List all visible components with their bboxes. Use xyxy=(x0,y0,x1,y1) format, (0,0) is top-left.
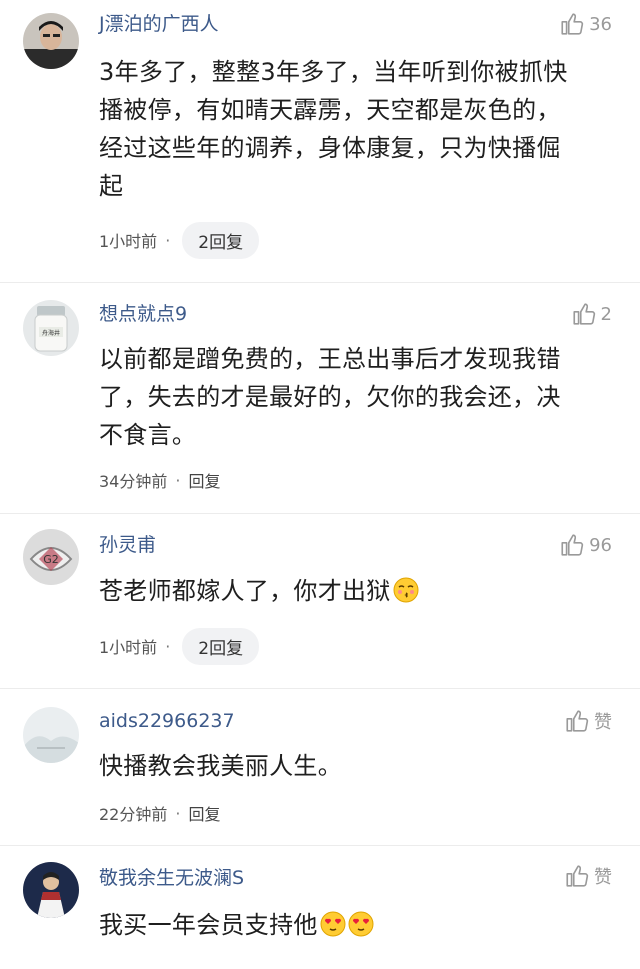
timestamp: 1小时前 xyxy=(99,232,158,251)
user-avatar-photo xyxy=(23,707,79,763)
reply-count-button[interactable]: 2回复 xyxy=(182,627,260,665)
divider xyxy=(0,688,640,689)
comment-line: 我买一年会员支持他 xyxy=(99,911,318,939)
comment-line: 了，失去的才是最好的，欠你的我会还，决 xyxy=(99,383,561,411)
timestamp: 1小时前 xyxy=(99,638,158,657)
like-button[interactable]: 36 xyxy=(559,10,612,38)
thumbs-up-icon xyxy=(566,710,589,732)
comment-line: 以前都是蹭免费的，王总出事后才发现我错 xyxy=(99,345,561,373)
thumbs-up-icon xyxy=(561,534,584,556)
comment-text: 苍老师都嫁人了，你才出狱 xyxy=(99,572,619,610)
comment-line: 快播教会我美丽人生。 xyxy=(99,752,342,780)
thumbs-up-icon xyxy=(572,303,595,325)
comment-line: 3年多了，整整3年多了，当年听到你被抓快 xyxy=(99,58,568,86)
user-avatar-photo xyxy=(23,862,79,918)
svg-text:G2: G2 xyxy=(43,553,59,566)
svg-text:舟海井: 舟海井 xyxy=(42,329,60,337)
comment-text: 3年多了，整整3年多了，当年听到你被抓快 播被停，有如晴天霹雳，天空都是灰色的，… xyxy=(99,53,619,205)
avatar[interactable] xyxy=(23,13,79,69)
thumbs-up-icon xyxy=(566,865,589,887)
user-avatar-photo xyxy=(23,13,79,69)
user-avatar-photo: 舟海井 xyxy=(23,300,79,356)
comment-text: 我买一年会员支持他 xyxy=(99,906,619,944)
comment-line: 不食言。 xyxy=(99,421,197,449)
like-count: 2 xyxy=(600,303,612,325)
comment-text: 快播教会我美丽人生。 xyxy=(99,747,619,785)
divider xyxy=(0,513,640,514)
like-button[interactable]: 96 xyxy=(559,531,612,559)
username[interactable]: 敬我余生无波澜S xyxy=(99,866,244,890)
avatar[interactable]: G2 xyxy=(23,529,79,585)
comment-meta: 22分钟前 · 回复 xyxy=(99,795,220,831)
heart-eyes-emoji xyxy=(320,911,346,937)
comment-text: 以前都是蹭免费的，王总出事后才发现我错 了，失去的才是最好的，欠你的我会还，决 … xyxy=(99,340,619,454)
thumbs-up-icon xyxy=(561,13,584,35)
comment-line: 经过这些年的调养，身体康复，只为快播倔 xyxy=(99,134,561,162)
username[interactable]: 孙灵甫 xyxy=(99,533,156,557)
comment-line: 苍老师都嫁人了，你才出狱 xyxy=(99,577,391,605)
user-avatar-photo: G2 xyxy=(23,529,79,585)
comment-meta: 1小时前 · 2回复 xyxy=(99,221,260,259)
like-button[interactable]: 赞 xyxy=(564,862,612,890)
divider xyxy=(0,845,640,846)
username[interactable]: 想点就点9 xyxy=(99,302,187,326)
like-button[interactable]: 赞 xyxy=(564,707,612,735)
like-count: 36 xyxy=(589,13,612,35)
reply-button[interactable]: 回复 xyxy=(188,801,220,825)
timestamp: 22分钟前 xyxy=(99,805,168,824)
username[interactable]: J漂泊的广西人 xyxy=(99,12,219,36)
avatar[interactable] xyxy=(23,707,79,763)
like-count: 96 xyxy=(589,534,612,556)
comment-meta: 34分钟前 · 回复 xyxy=(99,462,220,498)
comment-line: 播被停，有如晴天霹雳，天空都是灰色的， xyxy=(99,96,561,124)
reply-button[interactable]: 回复 xyxy=(188,468,220,492)
separator: · xyxy=(165,230,171,250)
like-button[interactable]: 2 xyxy=(571,300,612,328)
heart-eyes-emoji xyxy=(348,911,374,937)
separator: · xyxy=(165,636,171,656)
username[interactable]: aids22966237 xyxy=(99,709,235,733)
avatar[interactable]: 舟海井 xyxy=(23,300,79,356)
comment-meta: 1小时前 · 2回复 xyxy=(99,627,260,665)
kissing-face-emoji xyxy=(393,577,419,603)
avatar[interactable] xyxy=(23,862,79,918)
separator: · xyxy=(175,470,181,490)
timestamp: 34分钟前 xyxy=(99,472,168,491)
comment-line: 起 xyxy=(99,172,124,200)
separator: · xyxy=(175,803,181,823)
like-count: 赞 xyxy=(594,867,612,888)
divider xyxy=(0,282,640,283)
like-count: 赞 xyxy=(594,712,612,733)
reply-count-button[interactable]: 2回复 xyxy=(182,221,260,259)
